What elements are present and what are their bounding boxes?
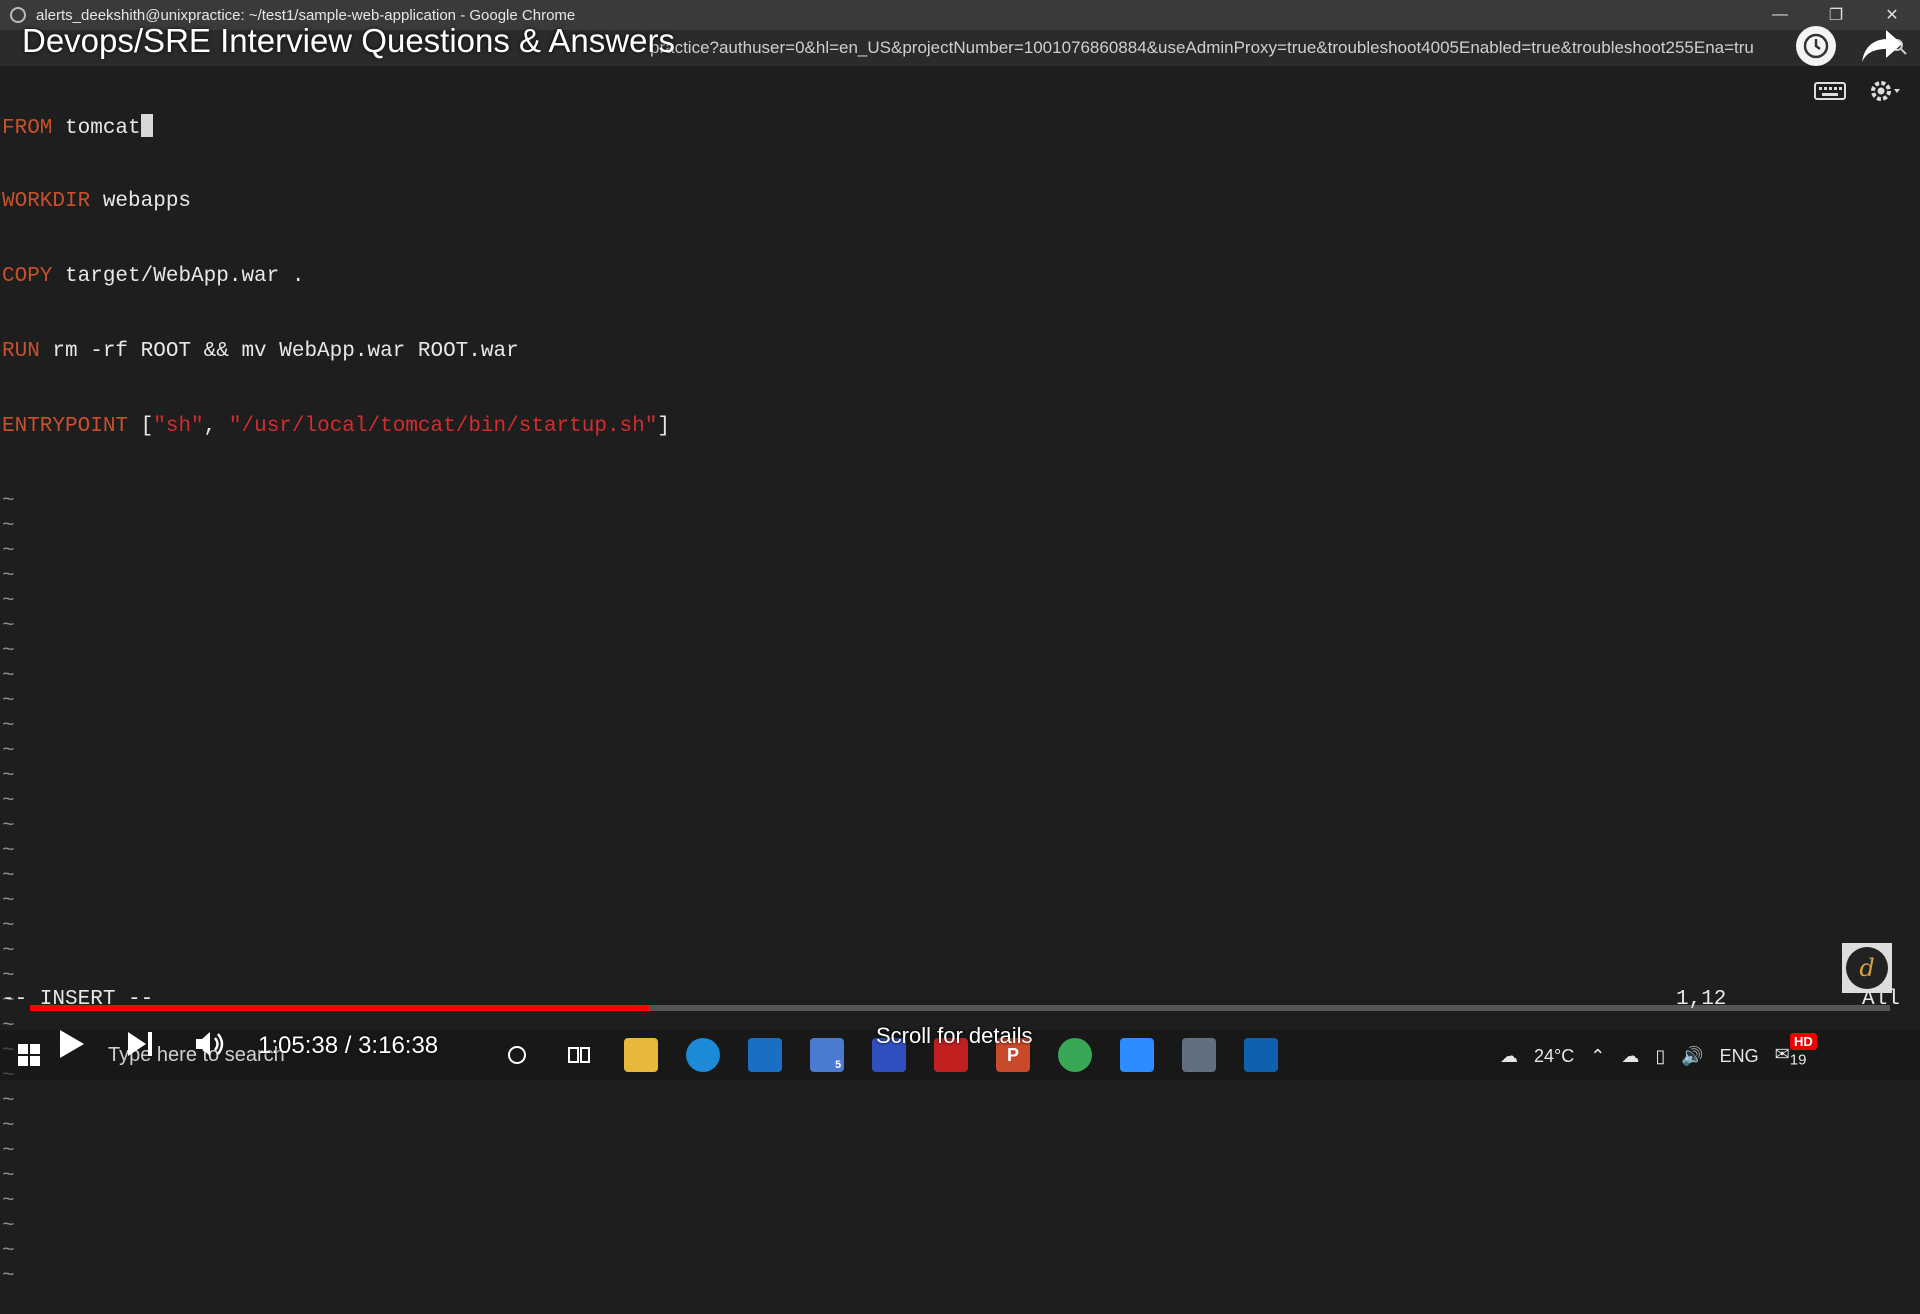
empty-line-tilde: ~ (2, 1240, 15, 1263)
empty-line-tilde: ~ (2, 490, 15, 513)
progress-played (30, 1005, 650, 1011)
separator: , (203, 415, 229, 438)
empty-line-tilde: ~ (2, 1190, 15, 1213)
mail-badge: 5 (834, 1059, 842, 1071)
dockerfile-arg: [ (128, 415, 154, 438)
windows-start-icon[interactable] (18, 1044, 40, 1071)
dockerfile-arg: target/WebApp.war . (52, 265, 305, 288)
video-title[interactable]: Devops/SRE Interview Questions & Answers (22, 22, 675, 60)
empty-line-tilde: ~ (2, 790, 15, 813)
empty-line-tilde: ~ (2, 1265, 15, 1288)
dockerfile-arg: ] (657, 415, 670, 438)
editor-line-2: WORKDIR webapps (0, 189, 1920, 214)
empty-line-tilde: ~ (2, 740, 15, 763)
network-icon[interactable]: ☁ (1621, 1046, 1639, 1067)
notification-count: 19 (1789, 1051, 1807, 1069)
empty-line-tilde: ~ (2, 690, 15, 713)
empty-line-tilde: ~ (2, 965, 15, 988)
mail-icon[interactable]: 5 (810, 1038, 844, 1072)
channel-watermark[interactable]: d (1842, 943, 1892, 993)
chevron-up-icon[interactable]: ⌃ (1590, 1046, 1605, 1067)
video-progress-bar[interactable] (30, 1005, 1890, 1011)
edge-icon[interactable] (686, 1038, 720, 1072)
file-explorer-icon[interactable] (624, 1038, 658, 1072)
empty-line-tilde: ~ (2, 890, 15, 913)
app-icon[interactable] (1244, 1038, 1278, 1072)
empty-line-tilde: ~ (2, 640, 15, 663)
empty-line-tilde: ~ (2, 940, 15, 963)
dockerfile-keyword: COPY (2, 265, 53, 288)
empty-line-tilde: ~ (2, 590, 15, 613)
empty-line-tilde: ~ (2, 1140, 15, 1163)
dockerfile-keyword: FROM (2, 117, 53, 140)
empty-line-tilde: ~ (2, 665, 15, 688)
empty-line-markers: ~~~~~~~~~~~~~~~~~~~~~~~~~~~~~~~~ (0, 489, 1920, 1289)
dockerfile-arg: tomcat (52, 117, 141, 140)
dockerfile-arg: rm -rf ROOT && mv WebApp.war ROOT.war (39, 340, 519, 363)
empty-line-tilde: ~ (2, 815, 15, 838)
scroll-for-details[interactable]: Scroll for details (876, 1023, 1033, 1049)
vim-editor[interactable]: FROM tomcat WORKDIR webapps COPY target/… (0, 64, 1920, 1288)
chrome-icon[interactable] (1058, 1038, 1092, 1072)
url-tail: =tru (1724, 38, 1754, 57)
empty-line-tilde: ~ (2, 1090, 15, 1113)
empty-line-tilde: ~ (2, 1165, 15, 1188)
volume-icon[interactable] (194, 1030, 226, 1063)
empty-line-tilde: ~ (2, 615, 15, 638)
string-literal: "sh" (153, 415, 204, 438)
channel-logo: d (1846, 947, 1888, 989)
string-literal: "/usr/local/tomcat/bin/startup.sh" (228, 415, 658, 438)
terminal-app-icon (10, 7, 26, 23)
editor-line-5: ENTRYPOINT ["sh", "/usr/local/tomcat/bin… (0, 414, 1920, 439)
url-text[interactable]: practice?authuser=0&hl=en_US&projectNumb… (650, 38, 1865, 58)
volume-icon[interactable]: 🔊 (1681, 1046, 1703, 1067)
zoom-icon[interactable] (1120, 1038, 1154, 1072)
text-cursor (140, 114, 153, 137)
empty-line-tilde: ~ (2, 1115, 15, 1138)
empty-line-tilde: ~ (2, 515, 15, 538)
dockerfile-arg: webapps (90, 190, 192, 213)
empty-line-tilde: ~ (2, 565, 15, 588)
temperature[interactable]: 24°C (1534, 1046, 1574, 1067)
empty-line-tilde: ~ (2, 540, 15, 563)
watch-later-icon[interactable] (1796, 26, 1836, 66)
empty-line-tilde: ~ (2, 915, 15, 938)
dockerfile-keyword: WORKDIR (2, 190, 91, 213)
app-icon[interactable] (1182, 1038, 1216, 1072)
system-tray: ☁ 24°C ⌃ ☁ ▯ 🔊 ENG ✉19 (1500, 1044, 1806, 1069)
player-controls (58, 1028, 226, 1065)
dockerfile-keyword: RUN (2, 340, 40, 363)
url-visible: practice?authuser=0&hl=en_US&projectNumb… (650, 38, 1725, 57)
battery-icon[interactable]: ▯ (1655, 1046, 1665, 1067)
dockerfile-keyword: ENTRYPOINT (2, 415, 129, 438)
empty-line-tilde: ~ (2, 765, 15, 788)
hd-badge: HD (1790, 1033, 1817, 1050)
video-time: 1:05:38 / 3:16:38 (258, 1032, 439, 1059)
editor-line-1: FROM tomcat (0, 114, 1920, 140)
empty-line-tilde: ~ (2, 715, 15, 738)
language-indicator[interactable]: ENG (1720, 1046, 1759, 1067)
editor-line-3: COPY target/WebApp.war . (0, 264, 1920, 289)
cortana-icon[interactable] (500, 1038, 534, 1072)
weather-icon[interactable]: ☁ (1500, 1046, 1518, 1067)
task-view-icon[interactable] (562, 1038, 596, 1072)
empty-line-tilde: ~ (2, 865, 15, 888)
play-icon[interactable] (58, 1028, 86, 1065)
editor-line-4: RUN rm -rf ROOT && mv WebApp.war ROOT.wa… (0, 339, 1920, 364)
empty-line-tilde: ~ (2, 1215, 15, 1238)
next-video-icon[interactable] (126, 1030, 154, 1063)
store-icon[interactable] (748, 1038, 782, 1072)
empty-line-tilde: ~ (2, 840, 15, 863)
window-title: alerts_deekshith@unixpractice: ~/test1/s… (36, 6, 576, 24)
